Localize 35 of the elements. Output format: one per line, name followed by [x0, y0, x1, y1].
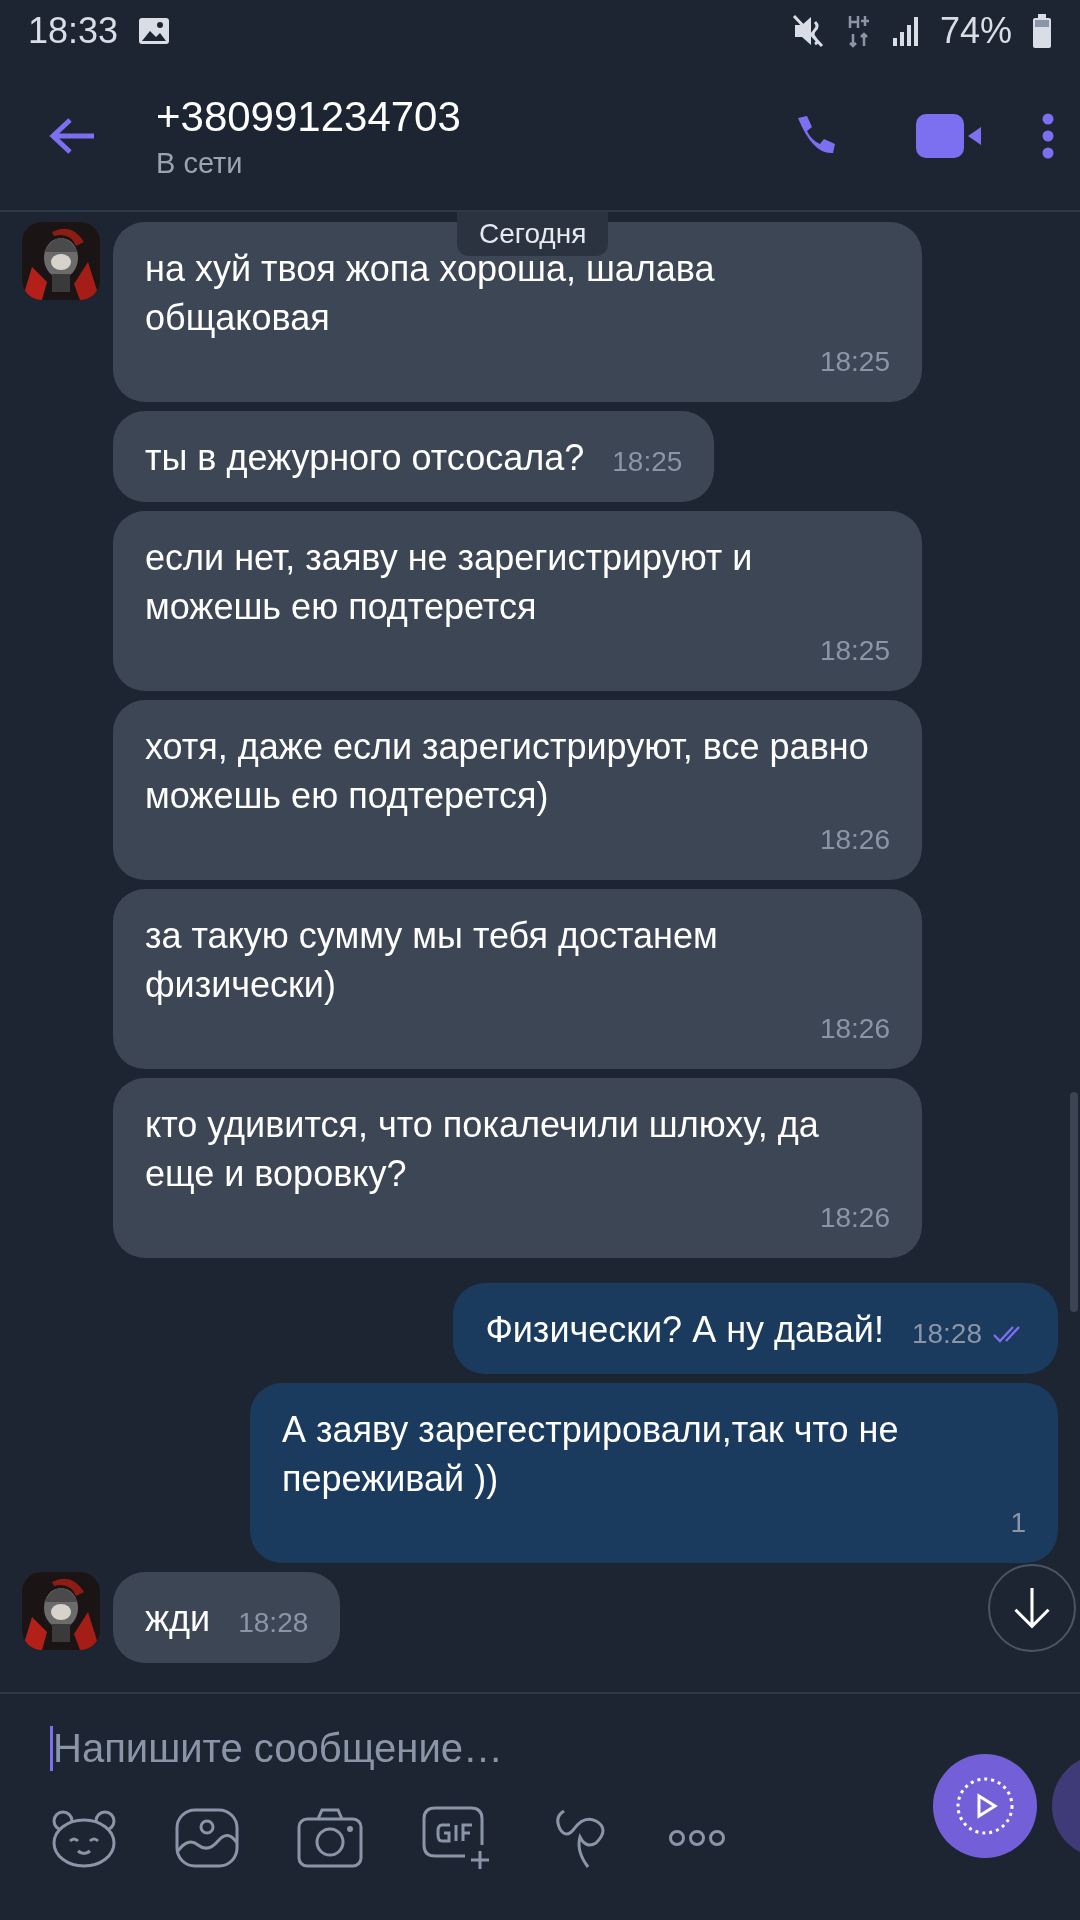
arrow-down-icon — [1012, 1586, 1052, 1630]
message-text: за такую сумму мы тебя достанем физически) — [145, 914, 719, 1007]
more-options-button[interactable] — [668, 1829, 726, 1847]
scrollbar[interactable] — [1070, 1092, 1078, 1312]
battery-percent: 74% — [939, 10, 1012, 52]
online-status: В сети — [156, 146, 244, 180]
contact-name: +380991234703 — [156, 92, 462, 141]
message-text: хотя, даже если зарегистрируют, все равно можешь ею подтерется) — [145, 725, 870, 818]
message-time: 18:28 — [238, 1606, 309, 1640]
camera-button[interactable] — [296, 1807, 364, 1869]
message-time: 18:28 — [911, 1317, 982, 1351]
clock: 18:33 — [28, 10, 119, 52]
date-label: Сегодня — [457, 212, 609, 256]
message-time: 18:25 — [612, 445, 683, 479]
video-call-button[interactable] — [916, 114, 982, 158]
message-text: ты в дежурного отсосала? — [145, 436, 585, 480]
message-time: 18:26 — [819, 823, 890, 857]
message-text: если нет, заяву не зарегистрируют и можешь ею подтерется — [145, 536, 754, 629]
message-time: 18:26 — [819, 1012, 890, 1046]
message-text: А заяву зарегестрировали,так что не переживай )) — [282, 1408, 900, 1501]
message-time: 18:25 — [819, 634, 890, 668]
gallery-button[interactable] — [174, 1807, 240, 1869]
signal-icon — [891, 16, 920, 46]
message-time: 18:26 — [819, 1201, 890, 1235]
more-menu-button[interactable] — [1042, 113, 1054, 159]
message-text: Физически? А ну давай! — [485, 1308, 884, 1352]
message-time: 18:25 — [819, 345, 890, 379]
message-text: жди — [145, 1597, 211, 1641]
message-time: 1 — [1010, 1506, 1026, 1540]
play-icon — [954, 1775, 1016, 1837]
network-icon — [847, 14, 872, 48]
message-text: кто удивится, что покалечили шлюху, да еще и воровку? — [145, 1103, 820, 1196]
image-icon — [138, 17, 171, 45]
message-input[interactable]: Напишите сообщение… — [50, 1726, 753, 1771]
battery-icon — [1032, 14, 1052, 48]
